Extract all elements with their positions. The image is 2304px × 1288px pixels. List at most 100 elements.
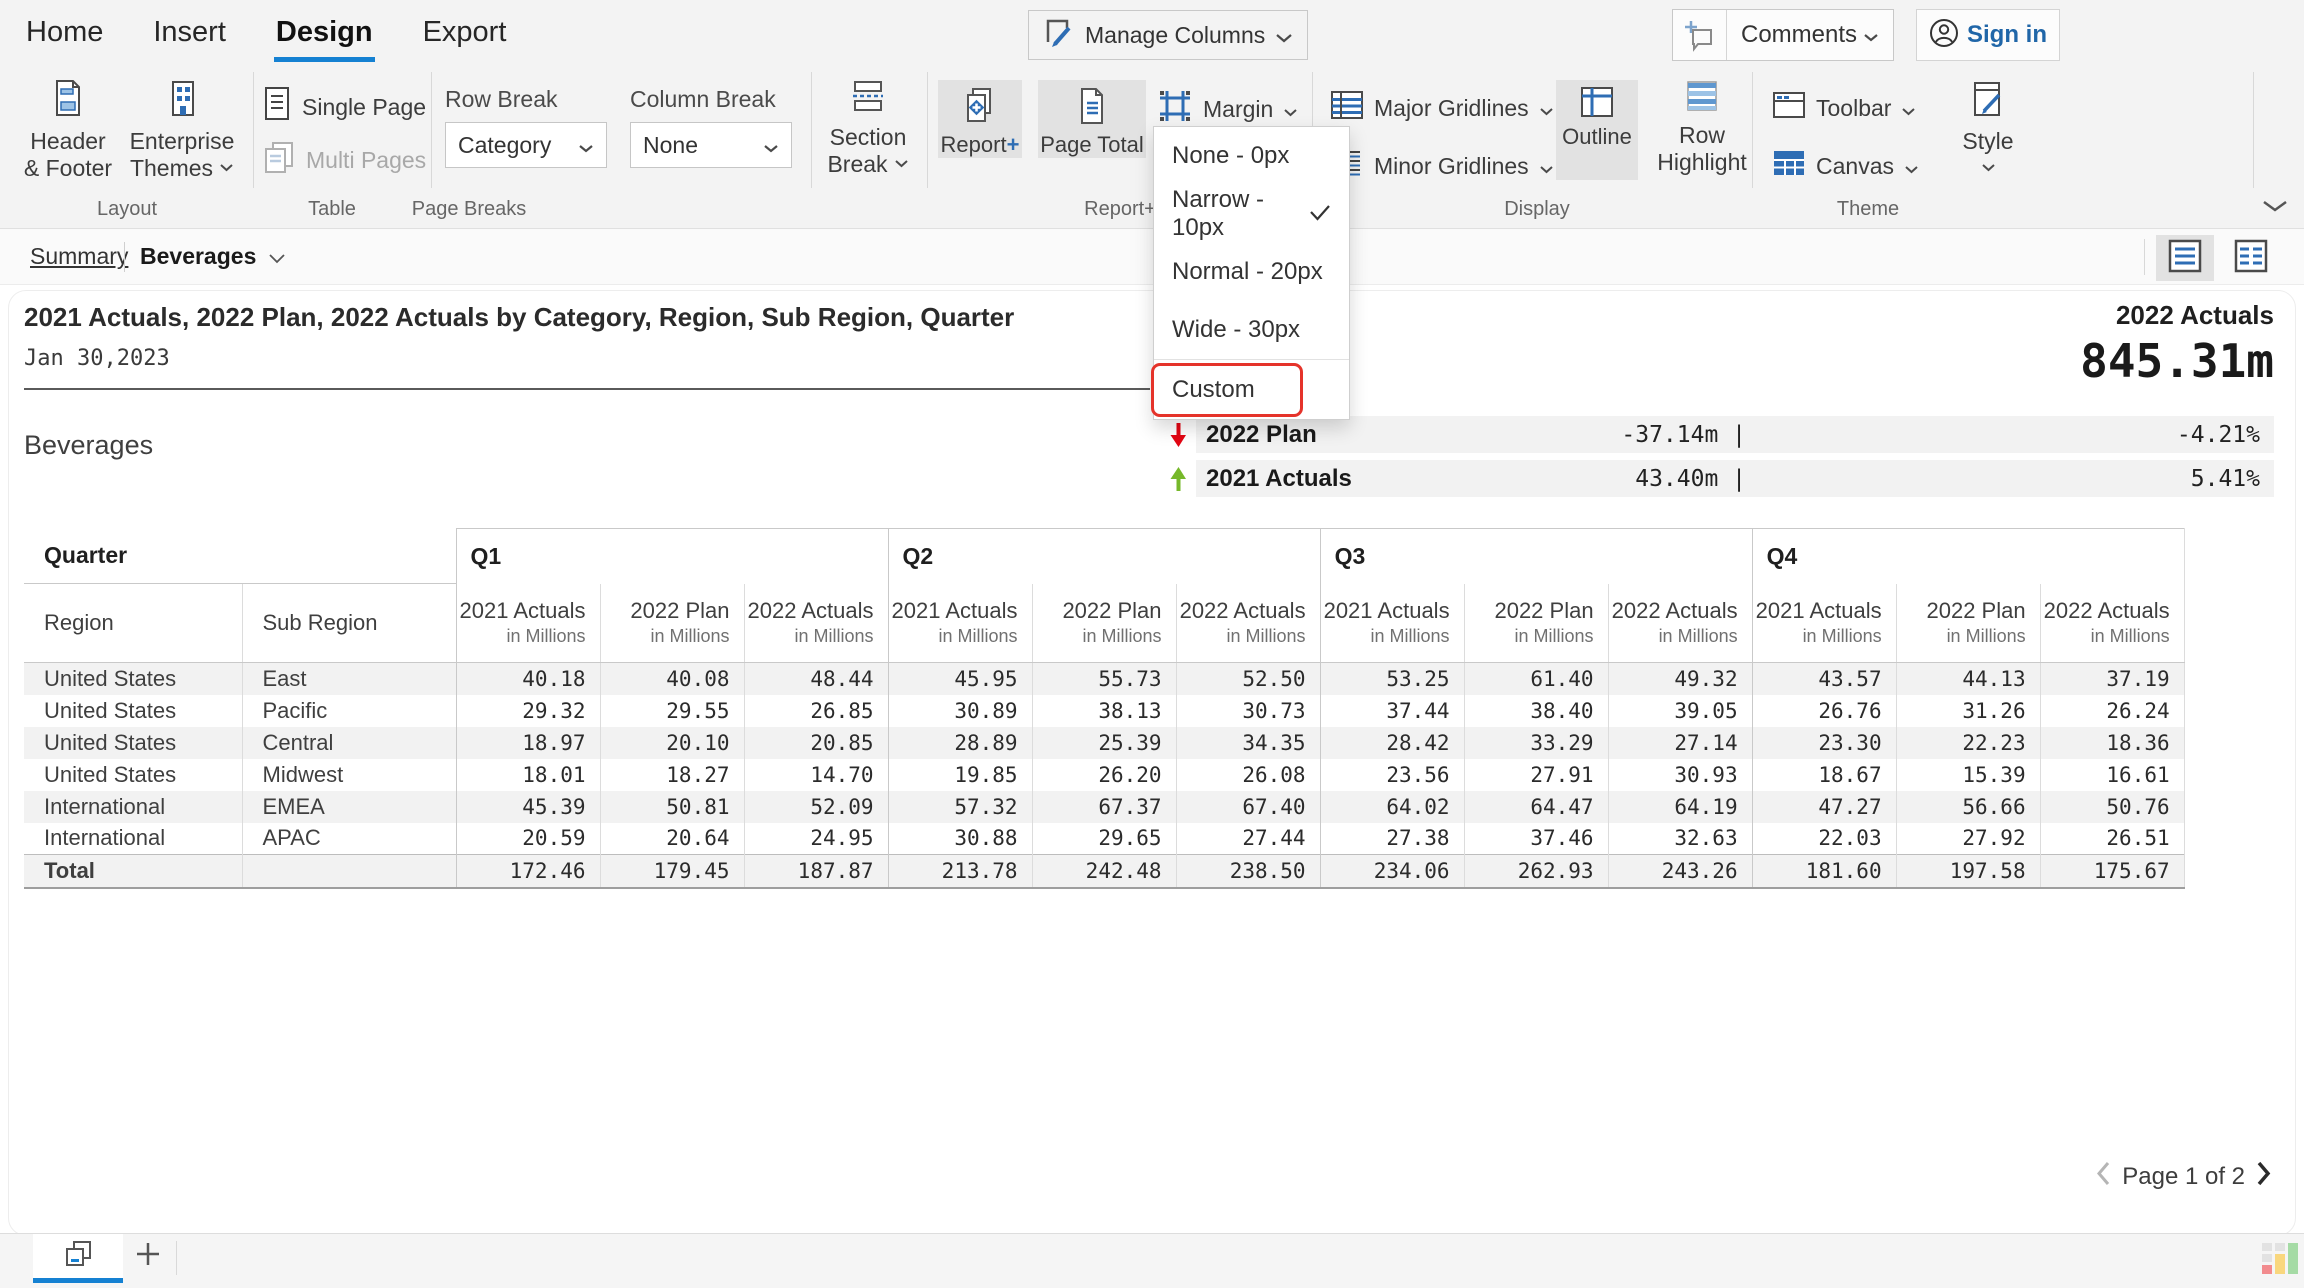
row-break-select[interactable]: Category [445, 122, 607, 168]
menu-item-label: Normal - 20px [1172, 258, 1323, 286]
value-cell: 39.05 [1608, 695, 1752, 727]
measure-unit: in Millions [1609, 626, 1738, 647]
page-total-icon [1075, 86, 1109, 132]
value-cell: 37.46 [1464, 823, 1608, 855]
style-icon [1971, 80, 2005, 128]
major-gridlines-button[interactable]: Major Gridlines [1330, 90, 1554, 126]
outline-label: Outline [1562, 124, 1632, 150]
value-cell: 26.76 [1752, 695, 1896, 727]
row-highlight-label-2: Highlight [1657, 149, 1747, 176]
divider [2144, 239, 2145, 275]
row-highlight-button[interactable]: Row Highlight [1652, 80, 1752, 176]
total-value-cell: 175.67 [2040, 855, 2184, 888]
tab-design[interactable]: Design [274, 0, 375, 62]
sheet-link-summary[interactable]: Summary [30, 243, 128, 270]
sign-in-button[interactable]: Sign in [1916, 9, 2060, 61]
pages-icon [62, 1239, 94, 1274]
menu-item-none[interactable]: None - 0px [1154, 127, 1349, 185]
section-break-button[interactable]: Section Break [815, 78, 921, 178]
multi-pages-button[interactable]: Multi Pages [262, 140, 426, 180]
quarter-header: Q4 [1752, 529, 2184, 584]
chevron-down-icon [1863, 21, 1879, 49]
group-label-table: Table [308, 198, 356, 221]
sheet-tab-beverages[interactable]: Beverages [140, 243, 286, 270]
table-row: United StatesMidwest18.0118.2714.7019.85… [24, 759, 2184, 791]
manage-columns-button[interactable]: Manage Columns [1028, 10, 1308, 60]
column-break-select[interactable]: None [630, 122, 792, 168]
header-footer-label-1: Header [30, 128, 105, 155]
major-gridlines-icon [1330, 90, 1364, 126]
total-value-cell: 262.93 [1464, 855, 1608, 888]
column-header-region: Region [24, 584, 242, 663]
single-page-button[interactable]: Single Page [262, 86, 426, 128]
header-footer-button[interactable]: Header & Footer [16, 78, 120, 182]
outline-button[interactable]: Outline [1556, 80, 1638, 180]
outline-icon [1580, 86, 1614, 124]
minor-gridlines-button[interactable]: Minor Gridlines [1330, 148, 1554, 184]
tab-insert[interactable]: Insert [151, 0, 228, 62]
report-plus-label: Report [941, 132, 1007, 157]
pager-prev-icon[interactable] [2095, 1160, 2112, 1194]
tab-home[interactable]: Home [24, 0, 105, 62]
report-plus-sign: + [1007, 132, 1020, 157]
table-row: United StatesEast40.1840.0848.4445.9555.… [24, 663, 2184, 695]
menu-item-wide[interactable]: Wide - 30px [1154, 301, 1349, 359]
value-cell: 31.26 [1896, 695, 2040, 727]
add-comment-icon[interactable] [1673, 10, 1727, 60]
subregion-cell: APAC [242, 823, 456, 855]
comments-button[interactable]: Comments [1672, 9, 1894, 61]
value-cell: 64.02 [1320, 791, 1464, 823]
two-column-view-button[interactable] [2222, 235, 2280, 281]
report-plus-button[interactable]: Report+ [938, 80, 1022, 158]
tab-export[interactable]: Export [421, 0, 509, 62]
menu-item-label: Narrow - 10px [1172, 186, 1301, 242]
enterprise-themes-label-1: Enterprise [130, 128, 235, 155]
comments-label: Comments [1741, 21, 1857, 49]
table-row: United StatesCentral18.9720.1020.8528.89… [24, 727, 2184, 759]
kpi-value: 845.31m [2080, 334, 2274, 388]
divider [124, 242, 125, 272]
menu-item-narrow[interactable]: Narrow - 10px [1154, 185, 1349, 243]
value-cell: 43.57 [1752, 663, 1896, 695]
chevron-down-icon [1901, 95, 1916, 122]
measure-unit: in Millions [1177, 626, 1306, 647]
value-cell: 56.66 [1896, 791, 2040, 823]
menu-item-normal[interactable]: Normal - 20px [1154, 243, 1349, 301]
style-label: Style [1962, 128, 2013, 155]
pager-next-icon[interactable] [2255, 1160, 2272, 1194]
column-header-measure: 2022 Planin Millions [600, 584, 744, 663]
measure-name: 2022 Plan [601, 598, 730, 624]
column-break-value: None [643, 132, 698, 159]
margin-button[interactable]: Margin [1157, 88, 1298, 130]
measure-name: 2021 Actuals [1753, 598, 1882, 624]
collapse-ribbon-button[interactable] [2262, 200, 2288, 218]
enterprise-themes-button[interactable]: Enterprise Themes [122, 78, 242, 182]
chevron-down-icon [1539, 95, 1554, 122]
major-gridlines-label: Major Gridlines [1374, 95, 1529, 122]
kpi-row-body: 2021 Actuals43.40m |5.41% [1196, 460, 2274, 497]
toolbar-button[interactable]: Toolbar [1772, 90, 1916, 126]
pager-label: Page 1 of 2 [2122, 1163, 2245, 1191]
page-thumbnail-tab[interactable] [33, 1234, 123, 1278]
value-cell: 52.50 [1176, 663, 1320, 695]
canvas-button[interactable]: Canvas [1772, 148, 1919, 184]
column-header-measure: 2022 Planin Millions [1032, 584, 1176, 663]
quarter-header: Q1 [456, 529, 888, 584]
value-cell: 24.95 [744, 823, 888, 855]
measure-name: 2021 Actuals [889, 598, 1018, 624]
value-cell: 67.37 [1032, 791, 1176, 823]
title-rule [24, 388, 1150, 390]
style-button[interactable]: Style [1948, 80, 2028, 182]
menu-item-label: Wide - 30px [1172, 316, 1300, 344]
value-cell: 32.63 [1608, 823, 1752, 855]
menu-item-custom[interactable]: Custom [1154, 359, 1349, 419]
single-column-view-button[interactable] [2156, 235, 2214, 281]
header-footer-icon [51, 78, 85, 128]
measure-unit: in Millions [601, 626, 730, 647]
page-total-button[interactable]: Page Total [1038, 80, 1146, 158]
value-cell: 27.38 [1320, 823, 1464, 855]
add-page-button[interactable] [130, 1240, 166, 1272]
total-value-cell: 243.26 [1608, 855, 1752, 888]
report-title: 2021 Actuals, 2022 Plan, 2022 Actuals by… [24, 302, 1154, 333]
total-value-cell: 213.78 [888, 855, 1032, 888]
